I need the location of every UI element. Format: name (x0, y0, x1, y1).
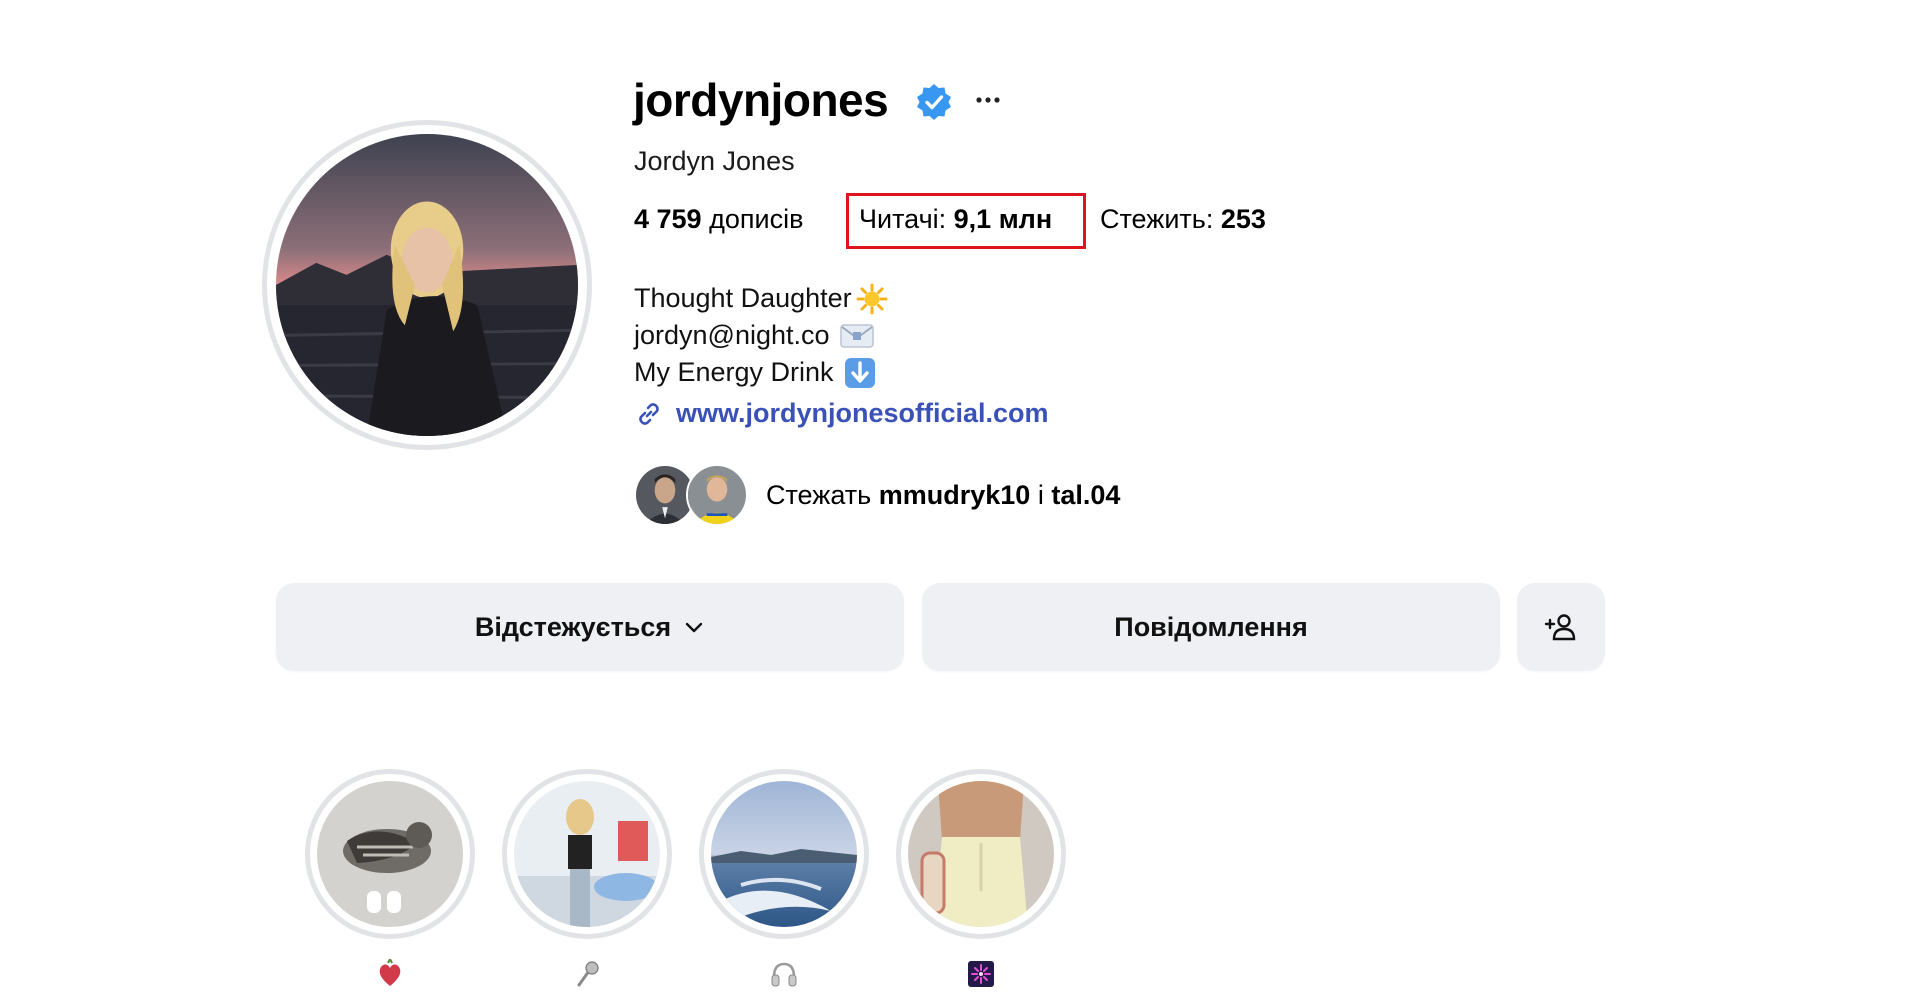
highlight-cover-3 (711, 781, 857, 927)
followed-by-user-2[interactable]: tal.04 (1051, 480, 1120, 510)
highlight-ring[interactable] (502, 769, 672, 939)
more-horizontal-icon (976, 97, 1000, 103)
story-highlight-2[interactable] (502, 769, 672, 987)
story-highlight-3[interactable] (699, 769, 869, 987)
profile-photo (276, 134, 578, 436)
followers-highlight-box (846, 193, 1086, 249)
highlight-cover-1 (317, 781, 463, 927)
envelope-icon (839, 323, 874, 348)
highlight-label-4 (896, 959, 1066, 989)
bio-line-3-text: My Energy Drink (634, 357, 834, 387)
link-icon (639, 402, 659, 425)
bio-line-2: jordyn@night.co (634, 317, 888, 354)
message-button-label: Повідомлення (1114, 611, 1308, 642)
bio-line-1: Thought Daughter (634, 280, 888, 317)
following-dropdown-button[interactable]: Відстежується (276, 583, 904, 671)
chevron-down-icon (685, 622, 703, 633)
headphones-icon (771, 962, 797, 987)
highlight-ring[interactable] (896, 769, 1066, 939)
message-button[interactable]: Повідомлення (922, 583, 1500, 671)
website-link[interactable]: www.jordynjonesofficial.com (634, 398, 1049, 429)
bio-line-1-text: Thought Daughter (634, 283, 852, 313)
following-button-label: Відстежується (474, 611, 672, 642)
add-user-icon (1544, 614, 1576, 641)
highlight-ring[interactable] (305, 769, 475, 939)
profile-avatar[interactable] (262, 120, 592, 450)
full-name: Jordyn Jones (634, 146, 795, 176)
story-highlight-4[interactable] (896, 769, 1066, 987)
down-arrow-icon (844, 357, 875, 388)
bio-line-2-text: jordyn@night.co (634, 320, 830, 350)
more-options-button[interactable] (972, 84, 1004, 116)
bio-line-3: My Energy Drink (634, 354, 888, 391)
sun-icon (856, 283, 888, 314)
following-stat[interactable]: Стежить: 253 (1100, 202, 1266, 236)
highlight-label-3 (699, 959, 869, 989)
follower-avatar-2 (686, 464, 748, 526)
website-url: www.jordynjonesofficial.com (676, 398, 1049, 428)
following-count: 253 (1220, 204, 1266, 234)
highlight-label-1 (305, 959, 475, 989)
story-highlight-1[interactable] (305, 769, 475, 986)
profile-page: jordynjones Jordyn Jones 4 759 дописів Ч… (0, 0, 1920, 1002)
microphone-icon (577, 961, 599, 987)
highlight-ring[interactable] (699, 769, 869, 939)
highlight-label-2 (502, 959, 672, 989)
bio: Thought Daughter jordyn@night.co My Ener… (634, 280, 888, 391)
followed-by-user-1[interactable]: mmudryk10 (879, 480, 1031, 510)
followed-by-prefix: Стежать (766, 479, 872, 510)
followed-by[interactable]: Стежать mmudryk10 і tal.04 (634, 462, 1120, 528)
highlight-cover-2 (514, 781, 660, 927)
highlight-cover-4 (908, 781, 1054, 927)
username: jordynjones (633, 74, 889, 126)
posts-label: дописів (709, 204, 804, 234)
following-label: Стежить: (1100, 204, 1214, 234)
fireworks-icon (968, 961, 994, 987)
heart-icon (379, 959, 401, 986)
add-user-button[interactable] (1517, 583, 1605, 671)
followed-by-connector: і (1037, 479, 1044, 510)
posts-count: 4 759 (634, 204, 702, 234)
followed-by-text: Стежать mmudryk10 і tal.04 (766, 480, 1120, 511)
posts-stat: 4 759 дописів (634, 202, 803, 236)
verified-badge-icon (917, 84, 951, 120)
